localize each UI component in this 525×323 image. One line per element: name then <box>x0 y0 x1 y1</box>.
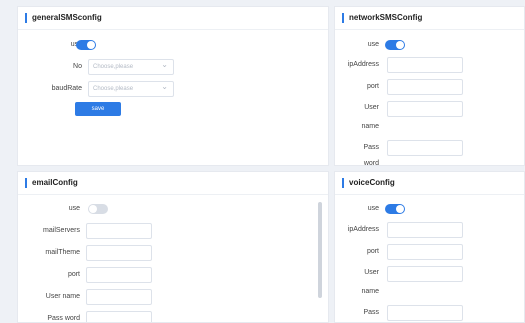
port-input[interactable] <box>387 79 463 95</box>
use-label: use <box>367 205 379 212</box>
use-toggle[interactable] <box>385 204 405 214</box>
port-input[interactable] <box>387 244 463 260</box>
toggle-knob <box>87 41 95 49</box>
voice-config-panel: voiceConfig use ipAddress port User name… <box>334 171 525 323</box>
ip-address-input[interactable] <box>387 222 463 238</box>
password-input[interactable] <box>387 305 463 321</box>
use-toggle[interactable] <box>76 40 96 50</box>
port-input[interactable] <box>86 267 152 283</box>
username-label-line2: name <box>361 123 379 130</box>
no-select[interactable]: Choose,please <box>88 58 174 75</box>
toggle-knob <box>396 205 404 213</box>
use-label: use <box>68 205 80 212</box>
port-label: port <box>366 83 379 90</box>
save-button[interactable]: save <box>75 102 121 116</box>
toggle-knob <box>396 41 404 49</box>
email-config-panel: emailConfig use mailServers mailTheme po… <box>17 171 329 323</box>
port-label: port <box>67 271 80 278</box>
username-input[interactable] <box>387 101 463 117</box>
username-label: User name <box>45 293 80 300</box>
use-toggle[interactable] <box>385 40 405 50</box>
password-label-line1: Pass <box>363 144 379 151</box>
use-label: use <box>367 41 379 48</box>
ip-address-label: ipAddress <box>347 61 379 68</box>
toggle-knob <box>89 205 97 213</box>
general-sms-panel: generalSMSconfig use No Choose,please ba… <box>17 6 329 166</box>
panel-title: networkSMSConfig <box>335 7 524 30</box>
ip-address-label: ipAddress <box>347 226 379 233</box>
username-input[interactable] <box>387 266 463 282</box>
password-input[interactable] <box>387 140 463 156</box>
password-input[interactable] <box>86 311 152 322</box>
scrollbar[interactable] <box>318 202 322 298</box>
port-label: port <box>366 248 379 255</box>
password-label-line2: word <box>363 160 379 166</box>
panel-title: voiceConfig <box>335 172 524 195</box>
baudrate-select[interactable]: Choose,please <box>88 80 174 97</box>
mail-theme-input[interactable] <box>86 245 152 261</box>
ip-address-input[interactable] <box>387 57 463 73</box>
username-label-line1: User <box>364 269 379 276</box>
mail-theme-label: mailTheme <box>45 249 80 256</box>
no-label: No <box>73 63 82 70</box>
mail-servers-label: mailServers <box>43 227 80 234</box>
panel-title: emailConfig <box>18 172 328 195</box>
baudrate-label: baudRate <box>51 85 82 92</box>
network-sms-panel: networkSMSConfig use ipAddress port User… <box>334 6 525 166</box>
use-toggle[interactable] <box>88 204 108 214</box>
username-label-line2: name <box>361 288 379 295</box>
username-input[interactable] <box>86 289 152 305</box>
panel-title: generalSMSconfig <box>18 7 328 30</box>
username-label-line1: User <box>364 104 379 111</box>
mail-servers-input[interactable] <box>86 223 152 239</box>
password-label: Pass word <box>47 315 80 322</box>
password-label: Pass <box>363 309 379 316</box>
